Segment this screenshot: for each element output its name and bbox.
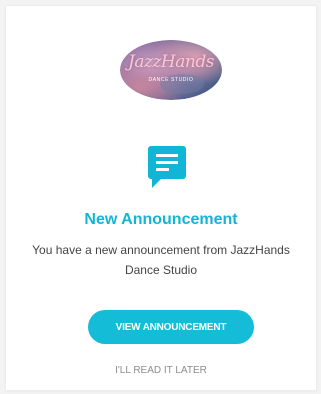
jazzhands-logo: JazzHands DANCE STUDIO xyxy=(120,40,222,100)
announcement-card: JazzHands DANCE STUDIO New Announcement … xyxy=(6,6,316,390)
message-icon xyxy=(148,146,186,188)
view-announcement-button[interactable]: VIEW ANNOUNCEMENT xyxy=(88,310,254,344)
logo-subtext: DANCE STUDIO xyxy=(148,77,194,83)
announcement-title: New Announcement xyxy=(84,211,238,228)
announcement-message: You have a new announcement from JazzHan… xyxy=(32,243,290,277)
read-later-link[interactable]: I'LL READ IT LATER xyxy=(6,365,316,376)
logo-text: JazzHands xyxy=(128,52,214,72)
